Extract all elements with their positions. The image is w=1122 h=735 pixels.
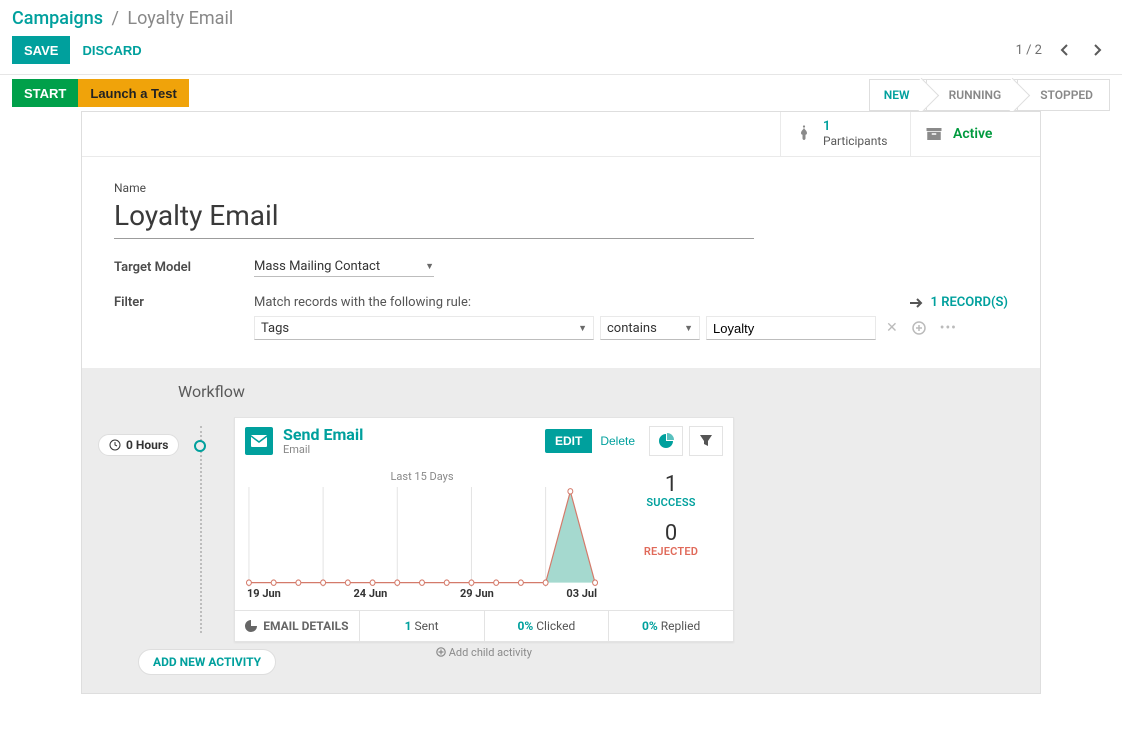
filter-operator-select[interactable]: contains▼ <box>600 316 700 340</box>
time-badge[interactable]: 0 Hours <box>98 434 179 456</box>
participants-count: 1 <box>823 120 887 134</box>
add-child-activity-button[interactable]: Add child activity <box>234 642 734 663</box>
participants-label: Participants <box>823 134 887 148</box>
breadcrumb-current: Loyalty Email <box>127 8 233 29</box>
chart-view-button[interactable] <box>649 426 683 456</box>
activity-title[interactable]: Send Email <box>283 427 535 443</box>
success-label: SUCCESS <box>613 496 729 509</box>
pie-small-icon <box>245 620 257 632</box>
chart-title: Last 15 Days <box>245 470 599 483</box>
success-count: 1 <box>613 474 729 496</box>
status-step-running[interactable]: RUNNING <box>927 79 1019 111</box>
add-new-activity-button[interactable]: ADD NEW ACTIVITY <box>138 649 276 675</box>
timeline-line <box>200 426 202 633</box>
status-step-stopped[interactable]: STOPPED <box>1018 79 1110 111</box>
target-model-select[interactable]: Mass Mailing Contact ▼ <box>254 257 434 277</box>
clock-icon <box>109 439 121 451</box>
pager-prev-button[interactable] <box>1052 38 1076 62</box>
filter-label: Filter <box>114 295 254 310</box>
funnel-icon <box>699 434 713 448</box>
more-rule-button[interactable]: ••• <box>936 320 961 336</box>
clicked-stat[interactable]: 0% Clicked <box>485 611 610 641</box>
records-link[interactable]: 1 RECORD(S) <box>909 295 1008 310</box>
launch-test-button[interactable]: Launch a Test <box>78 79 188 107</box>
caret-down-icon: ▼ <box>684 323 693 334</box>
filter-field-select[interactable]: Tags▼ <box>254 316 594 340</box>
delete-activity-button[interactable]: Delete <box>592 429 643 453</box>
start-button[interactable]: START <box>12 79 78 107</box>
target-model-label: Target Model <box>114 260 254 275</box>
active-statbox[interactable]: Active <box>910 112 1040 156</box>
archive-icon <box>925 126 943 142</box>
caret-down-icon: ▼ <box>578 323 587 334</box>
rejected-count: 0 <box>613 523 729 545</box>
add-rule-button[interactable] <box>908 320 930 336</box>
breadcrumb-sep: / <box>112 8 119 29</box>
filter-value-input[interactable] <box>706 316 876 340</box>
chevron-right-icon <box>1094 44 1102 56</box>
replied-stat[interactable]: 0% Replied <box>609 611 733 641</box>
plus-circle-icon <box>912 321 926 335</box>
pager-counter: 1 / 2 <box>1016 43 1042 58</box>
filter-hint: Match records with the following rule: <box>254 295 471 310</box>
participants-statbox[interactable]: 1 Participants <box>780 112 910 156</box>
timeline-dot <box>194 440 206 452</box>
rejected-label: REJECTED <box>613 545 729 558</box>
email-details-button[interactable]: EMAIL DETAILS <box>235 611 360 641</box>
sent-stat[interactable]: 1 Sent <box>360 611 485 641</box>
status-step-new[interactable]: NEW <box>869 79 927 111</box>
save-button[interactable]: SAVE <box>12 36 70 64</box>
activity-subtitle: Email <box>283 443 535 456</box>
workflow-area: Workflow 0 Hours Send Email Email <box>82 368 1040 693</box>
breadcrumb-root[interactable]: Campaigns <box>12 8 103 29</box>
arrow-right-icon <box>909 297 923 309</box>
status-bar: NEW RUNNING STOPPED <box>869 79 1110 111</box>
filter-view-button[interactable] <box>689 426 723 456</box>
mail-icon <box>245 427 273 455</box>
chart-plot <box>245 487 599 587</box>
workflow-title: Workflow <box>178 382 1020 401</box>
caret-down-icon: ▼ <box>425 261 434 272</box>
chevron-left-icon <box>1060 44 1068 56</box>
active-label: Active <box>953 126 992 142</box>
activity-card: Send Email Email EDIT Delete <box>234 417 734 642</box>
edit-activity-button[interactable]: EDIT <box>545 429 592 453</box>
participants-icon <box>795 125 813 143</box>
breadcrumb: Campaigns / Loyalty Email <box>0 0 1122 30</box>
discard-button[interactable]: DISCARD <box>82 43 141 58</box>
name-label: Name <box>114 181 1008 195</box>
pager-next-button[interactable] <box>1086 38 1110 62</box>
pie-chart-icon <box>658 433 674 449</box>
plus-circle-icon <box>436 647 446 657</box>
name-input[interactable] <box>114 197 754 239</box>
remove-rule-button[interactable]: ✕ <box>882 320 902 336</box>
chart-xticks: 19 Jun24 Jun29 Jun03 Jul <box>245 587 599 604</box>
